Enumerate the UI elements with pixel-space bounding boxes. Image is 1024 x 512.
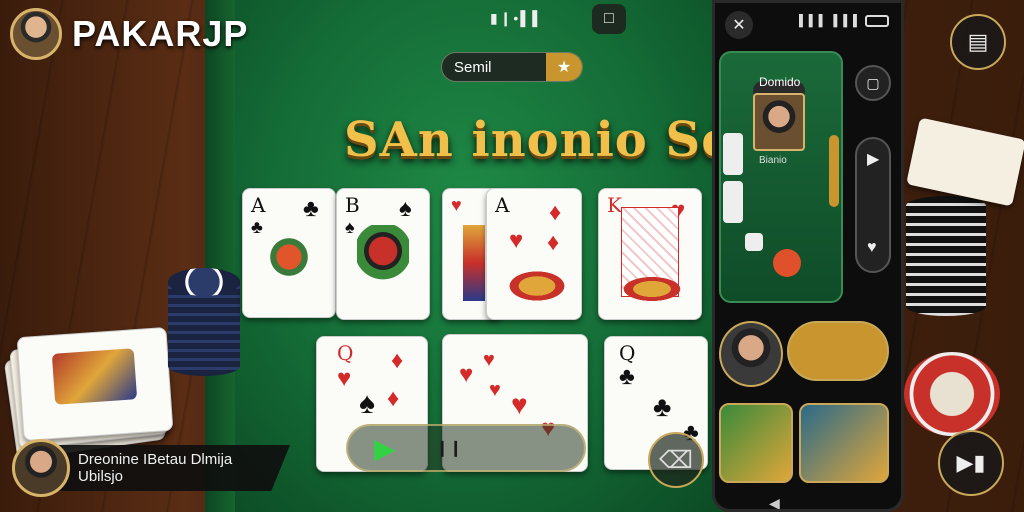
bag-icon[interactable]: ▤ [950, 14, 1006, 70]
card-art [505, 269, 569, 303]
play-icon[interactable]: ▶ [374, 432, 396, 465]
chip-stack-left [168, 262, 242, 382]
club-icon: ♣ [619, 363, 635, 390]
heart-icon: ♥ [509, 227, 524, 254]
phone-side-icon[interactable]: ♥ [867, 239, 877, 257]
mute-button[interactable]: ⌫ [648, 432, 704, 488]
card-rank: Q [619, 341, 636, 365]
heart-icon: ♥ [489, 379, 501, 401]
phone-side-icon[interactable]: ▶ [867, 149, 879, 169]
mute-icon: ⌫ [659, 446, 693, 474]
playback-bar[interactable]: ▶ ❙❙ [346, 424, 586, 472]
diamond-icon: ♦ [549, 199, 562, 226]
card-art [263, 224, 315, 289]
heart-icon: ♥ [511, 389, 528, 420]
brand-header: PAKARJP [10, 8, 248, 60]
card-art [357, 225, 409, 291]
heart-icon: ♥ [451, 195, 462, 215]
toast-line-2: Ubilsjo [78, 468, 124, 485]
status-icons: ▮❙•▌▌ [490, 10, 545, 26]
signal-icon: ▌▌▌ ▌▌▌ [799, 15, 863, 27]
phone-board-label: Domido [759, 75, 801, 89]
card-rank: B [345, 193, 360, 217]
phone-tile-1[interactable] [719, 321, 783, 387]
chip-stack-right-red [904, 352, 1000, 436]
back-icon[interactable]: ◀ [769, 495, 780, 509]
coin-icon [773, 249, 801, 277]
phone-frame: ✕ ▌▌▌ ▌▌▌ Domido Bianio ▢ ▶ ♥ ◀ [712, 0, 904, 512]
phone-tile-3[interactable] [719, 403, 793, 483]
spade-icon: ♠ [345, 217, 355, 237]
spade-icon: ♠ [399, 195, 412, 222]
club-icon: ♣ [303, 195, 319, 222]
star-icon[interactable]: ★ [546, 53, 582, 81]
club-icon: ♣ [251, 217, 263, 237]
phone-player-avatar [753, 93, 805, 151]
card-rank: A [251, 193, 266, 217]
phone-tile-4[interactable] [799, 403, 889, 483]
spade-icon: ♠ [359, 387, 375, 420]
heart-icon: ♥ [483, 349, 495, 371]
skip-icon[interactable]: ▶▮ [938, 430, 1004, 496]
diamond-icon: ♦ [391, 347, 404, 374]
card-rank: K [607, 193, 622, 217]
card-top-5[interactable]: K ♥ [598, 188, 702, 320]
heart-icon: ♥ [337, 365, 352, 392]
dice-icon [723, 181, 743, 223]
chip-stack-right [906, 196, 986, 316]
card-top-1[interactable]: A ♣ ♣ [242, 188, 336, 318]
player-toast: Dreonine IBetau Dlmija Ubilsjo [12, 439, 292, 497]
phone-slider[interactable] [829, 135, 839, 207]
mode-label: Semil [454, 58, 492, 76]
battery-icon [865, 15, 889, 27]
card-rank: Q [337, 341, 354, 365]
phone-top-button[interactable]: ▢ [855, 65, 891, 101]
brand-name: PAKARJP [72, 13, 249, 54]
phone-status-bar: ✕ ▌▌▌ ▌▌▌ [715, 9, 901, 39]
card-art [463, 225, 485, 301]
pause-bars-icon: ❙❙ [435, 440, 463, 457]
mode-pill[interactable]: Semil ★ [441, 52, 583, 82]
toast-body: Dreonine IBetau Dlmija Ubilsjo [56, 445, 290, 491]
phone-player-name: Bianio [759, 155, 787, 166]
menu-icon[interactable]: □ [592, 4, 626, 34]
phone-side-controls: ▶ ♥ [855, 137, 891, 273]
club-icon: ♣ [653, 391, 672, 422]
card-art [619, 275, 685, 303]
felt-edge [205, 0, 235, 512]
phone-tile-2[interactable] [787, 321, 889, 381]
card-rank: A [495, 193, 510, 217]
toast-avatar [12, 439, 70, 497]
dice-icon [723, 133, 743, 175]
toast-line-1: Dreonine IBetau Dlmija [78, 451, 233, 468]
profile-avatar[interactable] [10, 8, 62, 60]
close-icon[interactable]: ✕ [725, 11, 753, 39]
diamond-icon: ♦ [547, 229, 560, 256]
dice-icon [745, 233, 763, 251]
card-top-2[interactable]: B ♠ ♠ [336, 188, 430, 320]
heart-icon: ♥ [459, 361, 474, 388]
diamond-icon: ♦ [387, 385, 400, 412]
card-top-4[interactable]: A ♦ ♥ ♦ [486, 188, 582, 320]
